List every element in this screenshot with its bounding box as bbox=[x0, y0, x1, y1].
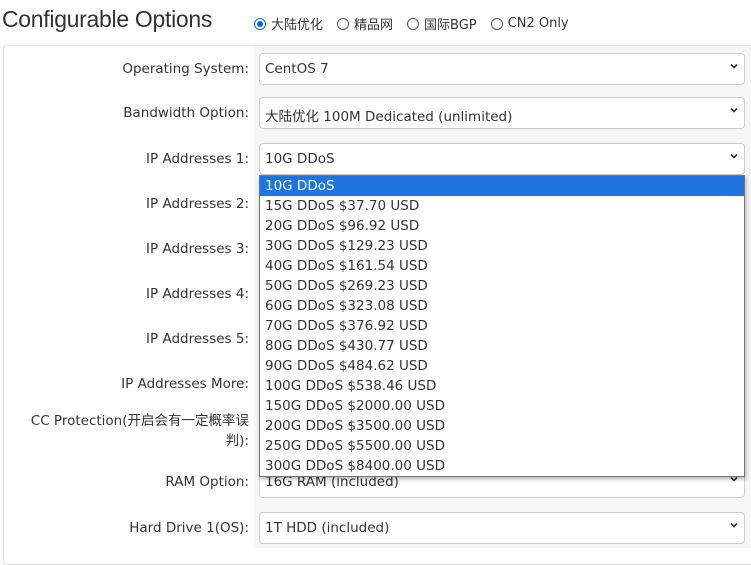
chevron-down-icon bbox=[730, 522, 738, 528]
option-row: Operating System: CentOS 7 bbox=[0, 53, 751, 85]
region-radio-group: 大陆优化 精品网 国际BGP CN2 Only bbox=[254, 14, 569, 33]
radio-button[interactable] bbox=[407, 17, 420, 30]
dropdown-option[interactable]: 250G DDoS $5500.00 USD bbox=[260, 436, 744, 456]
dropdown-option[interactable]: 100G DDoS $538.46 USD bbox=[260, 376, 744, 396]
dropdown-option[interactable]: 70G DDoS $376.92 USD bbox=[260, 316, 744, 336]
option-row: IP Addresses 1: 10G DDoS bbox=[0, 143, 751, 175]
option-label: IP Addresses 3: bbox=[146, 241, 249, 257]
radio-label: CN2 Only bbox=[507, 16, 569, 31]
select-value: 1T HDD (included) bbox=[265, 520, 390, 536]
option-select[interactable]: 大陆优化 100M Dedicated (unlimited) bbox=[259, 97, 745, 129]
option-label: RAM Option: bbox=[165, 474, 249, 490]
option-label: Operating System: bbox=[122, 61, 249, 77]
option-row: Hard Drive 1(OS): 1T HDD (included) bbox=[0, 512, 751, 544]
dropdown-option[interactable]: 40G DDoS $161.54 USD bbox=[260, 256, 744, 276]
ip-addresses-1-dropdown-list[interactable]: 10G DDoS 15G DDoS $37.70 USD 20G DDoS $96.… bbox=[259, 175, 745, 477]
option-select[interactable]: 1T HDD (included) bbox=[259, 512, 745, 544]
option-select[interactable]: CentOS 7 bbox=[259, 53, 745, 85]
dropdown-option[interactable]: 150G DDoS $2000.00 USD bbox=[260, 396, 744, 416]
dropdown-option[interactable]: 80G DDoS $430.77 USD bbox=[260, 336, 744, 356]
option-label: CC Protection(开启会有一定概率误判): bbox=[30, 413, 249, 449]
dropdown-option[interactable]: 50G DDoS $269.23 USD bbox=[260, 276, 744, 296]
select-value: CentOS 7 bbox=[265, 61, 329, 77]
select-value: 大陆优化 100M Dedicated (unlimited) bbox=[265, 109, 513, 125]
option-label: IP Addresses 4: bbox=[146, 286, 249, 302]
option-row: Bandwidth Option: 大陆优化 100M Dedicated (un… bbox=[0, 97, 751, 129]
dropdown-option[interactable]: 90G DDoS $484.62 USD bbox=[260, 356, 744, 376]
radio-button[interactable] bbox=[337, 17, 350, 30]
dropdown-option[interactable]: 10G DDoS bbox=[260, 176, 744, 196]
chevron-down-icon bbox=[730, 63, 738, 69]
chevron-down-icon bbox=[730, 107, 738, 113]
region-radio-0[interactable]: 大陆优化 bbox=[254, 14, 323, 33]
dropdown-option[interactable]: 60G DDoS $323.08 USD bbox=[260, 296, 744, 316]
option-label: IP Addresses 2: bbox=[146, 196, 249, 212]
dropdown-option[interactable]: 200G DDoS $3500.00 USD bbox=[260, 416, 744, 436]
radio-button[interactable] bbox=[254, 17, 266, 30]
dropdown-option[interactable]: 15G DDoS $37.70 USD bbox=[260, 196, 744, 216]
select-value: 10G DDoS bbox=[265, 151, 335, 167]
radio-label: 国际BGP bbox=[424, 18, 477, 33]
option-label: IP Addresses 1: bbox=[146, 151, 249, 167]
region-radio-3[interactable]: CN2 Only bbox=[490, 16, 569, 31]
dropdown-option[interactable]: 300G DDoS $8400.00 USD bbox=[260, 456, 744, 476]
radio-button[interactable] bbox=[490, 17, 503, 30]
option-label: IP Addresses More: bbox=[121, 376, 249, 392]
region-radio-1[interactable]: 精品网 bbox=[337, 14, 393, 33]
option-select[interactable]: 10G DDoS bbox=[259, 143, 745, 175]
dropdown-option[interactable]: 30G DDoS $129.23 USD bbox=[260, 236, 744, 256]
dropdown-option[interactable]: 20G DDoS $96.92 USD bbox=[260, 216, 744, 236]
option-label: Bandwidth Option: bbox=[123, 105, 249, 121]
chevron-down-icon bbox=[730, 153, 738, 159]
radio-label: 大陆优化 bbox=[271, 18, 324, 33]
radio-label: 精品网 bbox=[354, 18, 394, 33]
page-title: Configurable Options bbox=[2, 6, 213, 32]
option-label: IP Addresses 5: bbox=[146, 331, 249, 347]
region-radio-2[interactable]: 国际BGP bbox=[407, 14, 477, 33]
option-label: Hard Drive 1(OS): bbox=[129, 520, 249, 536]
